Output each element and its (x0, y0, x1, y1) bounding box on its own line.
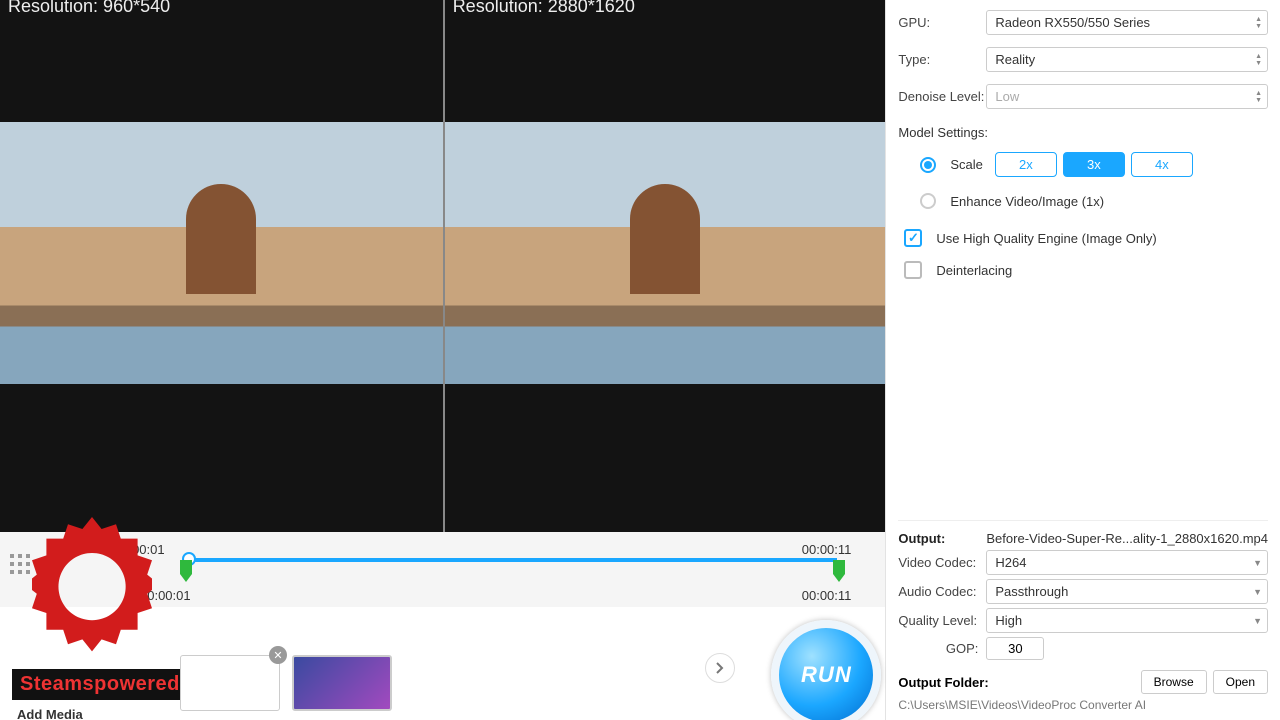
open-button[interactable]: Open (1213, 670, 1268, 694)
gop-label: GOP: (898, 641, 986, 656)
enhance-label: Enhance Video/Image (1x) (950, 194, 1104, 209)
grid-icon[interactable] (10, 554, 30, 574)
hq-label: Use High Quality Engine (Image Only) (936, 231, 1156, 246)
chevron-down-icon (1253, 615, 1262, 627)
deinterlace-label: Deinterlacing (936, 263, 1012, 278)
trim-start-flag[interactable] (180, 560, 196, 582)
updown-icon (1255, 53, 1262, 67)
scale-radio[interactable] (920, 157, 936, 173)
quality-select[interactable]: High (986, 608, 1268, 633)
timestamp-out-bottom: 00:00:11 (802, 588, 852, 603)
output-folder-label: Output Folder: (898, 675, 988, 690)
browse-button[interactable]: Browse (1141, 670, 1207, 694)
timestamp-out-top: 00:00:11 (802, 542, 852, 557)
type-label: Type: (898, 52, 986, 67)
scale-label: Scale (950, 157, 983, 172)
run-button[interactable]: RUN (771, 620, 881, 720)
chevron-down-icon (1253, 557, 1262, 569)
output-section: Output: Before-Video-Super-Re...ality-1_… (898, 520, 1268, 720)
resolution-left: Resolution: 960*540 (8, 0, 170, 17)
settings-panel: GPU: Radeon RX550/550 Series Type: Reali… (885, 0, 1280, 720)
denoise-label: Denoise Level: (898, 89, 986, 104)
model-settings-label: Model Settings: (898, 125, 1268, 140)
scale-3x-button[interactable]: 3x (1063, 152, 1125, 177)
updown-icon (1255, 16, 1262, 30)
preview-image-right (445, 122, 886, 384)
vcodec-label: Video Codec: (898, 555, 986, 570)
deinterlace-checkbox[interactable] (904, 261, 922, 279)
add-media-button[interactable]: Add Media (17, 707, 83, 720)
quality-label: Quality Level: (898, 613, 986, 628)
gear-logo-icon (32, 517, 152, 677)
gop-input[interactable] (986, 637, 1044, 660)
media-thumb-2[interactable] (292, 655, 392, 711)
chevron-down-icon (1253, 586, 1262, 598)
scale-2x-button[interactable]: 2x (995, 152, 1057, 177)
updown-icon (1255, 90, 1262, 104)
enhance-radio[interactable] (920, 193, 936, 209)
output-folder-path: C:\Users\MSIE\Videos\VideoProc Converter… (898, 698, 1268, 712)
resolution-right: Resolution: 2880*1620 (453, 0, 635, 17)
acodec-label: Audio Codec: (898, 584, 986, 599)
timeline-track[interactable] (186, 558, 837, 562)
preview-image-left (0, 122, 443, 384)
preview-after: Resolution: 2880*1620 (443, 0, 886, 532)
preview-before: Resolution: 960*540 (0, 0, 443, 532)
next-media-button[interactable] (705, 653, 735, 683)
gpu-label: GPU: (898, 15, 986, 30)
denoise-select[interactable]: Low (986, 84, 1268, 109)
gpu-select[interactable]: Radeon RX550/550 Series (986, 10, 1268, 35)
acodec-select[interactable]: Passthrough (986, 579, 1268, 604)
media-strip: Steamspowered Add Media RUN (0, 607, 885, 720)
type-select[interactable]: Reality (986, 47, 1268, 72)
chevron-right-icon (714, 662, 726, 674)
hq-checkbox[interactable]: ✓ (904, 229, 922, 247)
vcodec-select[interactable]: H264 (986, 550, 1268, 575)
media-thumb-1[interactable] (180, 655, 280, 711)
output-label: Output: (898, 531, 986, 546)
brand-badge: Steamspowered (12, 669, 188, 700)
preview-area: Resolution: 960*540 Resolution: 2880*162… (0, 0, 885, 532)
output-filename: Before-Video-Super-Re...ality-1_2880x162… (986, 531, 1268, 546)
scale-4x-button[interactable]: 4x (1131, 152, 1193, 177)
trim-end-flag[interactable] (829, 560, 845, 582)
